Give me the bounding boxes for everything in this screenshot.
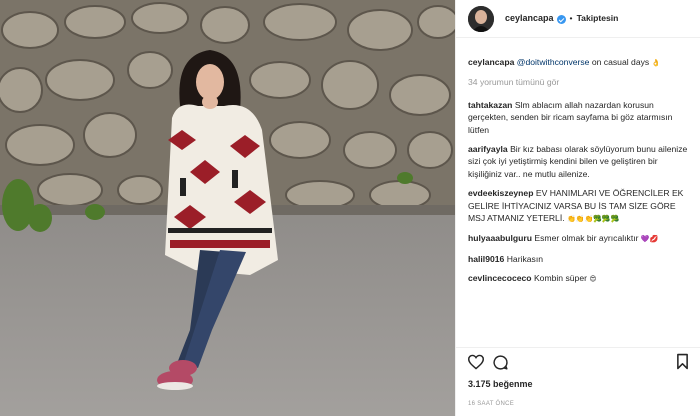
comment-username[interactable]: tahtakazan	[468, 100, 512, 110]
comments-list: ceylancapa @doitwithconverse on casual d…	[456, 56, 700, 293]
header-username[interactable]: ceylancapa	[505, 12, 554, 24]
caption-text: on casual days	[591, 57, 650, 67]
separator-dot: •	[569, 13, 573, 24]
photo-illustration	[0, 0, 455, 416]
post-sidebar: ceylancapa • Takiptesin ceylancapa @doit…	[455, 0, 700, 416]
heart-icon[interactable]	[467, 354, 485, 373]
comment-emoji: 👏👏👏🥦🥦🥦	[567, 215, 620, 224]
comment-username[interactable]: hulyaaabulguru	[468, 233, 532, 243]
comment-username[interactable]: aarifyayla	[468, 144, 508, 154]
like-count[interactable]: 3.175 beğenme	[468, 378, 533, 390]
instagram-post: ceylancapa • Takiptesin ceylancapa @doit…	[0, 0, 700, 416]
bookmark-icon[interactable]	[676, 353, 689, 373]
caption-mention[interactable]: @doitwithconverse	[517, 57, 590, 67]
action-bar	[456, 347, 700, 375]
caption-username[interactable]: ceylancapa	[468, 57, 514, 67]
caption-emoji: 👌	[651, 59, 661, 67]
comment-emoji: 😍	[589, 275, 597, 284]
comment-icon[interactable]	[492, 354, 509, 374]
post-timestamp: 16 SAAT ÖNCE	[468, 401, 515, 407]
comment-emoji: 💜💋	[640, 235, 659, 244]
post-header: ceylancapa • Takiptesin	[456, 0, 700, 38]
comment-item: tahtakazan Slm ablacım allah nazardan ko…	[468, 99, 691, 136]
comment-text: Esmer olmak bir ayrıcalıktır	[534, 233, 639, 244]
comment-item: aarifyayla Bir kız babası olarak söylüyo…	[468, 143, 691, 180]
comment-username[interactable]: evdeekiszeynep	[468, 188, 533, 198]
comment-username[interactable]: cevlincecoceco	[468, 273, 532, 283]
comment-item: cevlincecoceco Kombin süper 😍	[468, 272, 691, 285]
comment-item: halil9016 Harikasın	[468, 253, 691, 265]
comment-text: Harikasın	[506, 253, 543, 264]
follow-status-button[interactable]: Takiptesin	[577, 12, 619, 24]
comment-item: hulyaaabulguru Esmer olmak bir ayrıcalık…	[468, 232, 691, 245]
caption: ceylancapa @doitwithconverse on casual d…	[468, 56, 691, 69]
verified-badge-icon	[556, 15, 566, 24]
comment-username[interactable]: halil9016	[468, 254, 504, 264]
comment-text: Kombin süper	[533, 273, 587, 284]
comment-item: evdeekiszeynep EV HANIMLARI VE ÖĞRENCİLE…	[468, 187, 691, 225]
view-all-comments-link[interactable]: 34 yorumun tümünü gör	[468, 76, 691, 88]
post-photo[interactable]	[0, 0, 455, 416]
avatar[interactable]	[468, 5, 494, 32]
